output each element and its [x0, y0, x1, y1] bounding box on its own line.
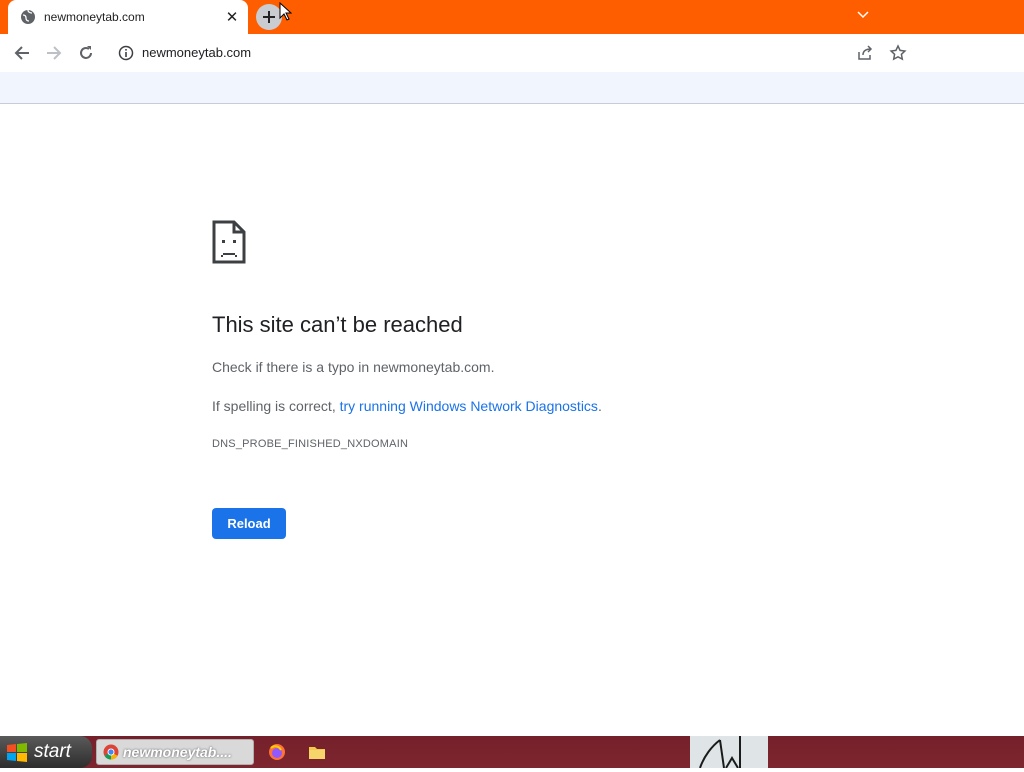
diagnostics-suffix: . — [597, 398, 602, 414]
reload-button[interactable]: Reload — [212, 508, 286, 539]
tab-close-icon[interactable]: ✕ — [222, 7, 242, 27]
tab-title: newmoneytab.com — [44, 10, 145, 24]
diagnostics-prefix: If spelling is correct, — [212, 398, 340, 414]
back-button[interactable] — [6, 37, 38, 69]
address-url: newmoneytab.com — [142, 45, 252, 60]
bookmark-star-icon[interactable] — [889, 44, 907, 66]
tab-search-button[interactable] — [840, 0, 886, 30]
share-icon[interactable] — [856, 44, 874, 66]
chrome-icon — [103, 744, 119, 760]
start-label: start — [34, 741, 71, 762]
address-bar[interactable]: newmoneytab.com — [108, 38, 926, 68]
diagnostics-link[interactable]: try running Windows Network Diagnostics — [340, 398, 598, 414]
page-content: This site can’t be reached Check if ther… — [0, 104, 1024, 736]
plus-icon — [263, 11, 275, 23]
arrow-left-icon — [14, 46, 29, 60]
folder-icon[interactable] — [308, 744, 326, 760]
browser-toolbar: newmoneytab.com — [0, 34, 1024, 72]
desktop-wallpaper-strip — [690, 736, 768, 769]
globe-icon — [20, 9, 36, 25]
cursor-icon — [279, 2, 292, 21]
sad-document-icon — [212, 220, 246, 264]
tab-strip: newmoneytab.com ✕ — [0, 0, 1024, 34]
forward-button[interactable] — [38, 37, 70, 69]
reload-toolbar-button[interactable] — [70, 37, 102, 69]
error-title: This site can’t be reached — [212, 312, 463, 337]
info-icon[interactable] — [118, 45, 134, 61]
taskbar-item-chrome[interactable]: newmoneytab.... — [96, 739, 254, 765]
browser-tab[interactable]: newmoneytab.com ✕ — [8, 0, 248, 34]
windows-logo-icon — [7, 743, 27, 762]
bookmarks-bar — [0, 72, 1024, 104]
typo-suggestion: Check if there is a typo in newmoneytab.… — [212, 359, 495, 375]
quick-launch — [260, 736, 340, 768]
refresh-icon — [80, 46, 92, 59]
start-button[interactable]: start — [0, 736, 92, 768]
taskbar-item-label: newmoneytab.... — [123, 744, 232, 760]
chevron-down-icon — [857, 11, 869, 19]
arrow-right-icon — [47, 46, 62, 60]
diagnostics-suggestion: If spelling is correct, try running Wind… — [212, 398, 602, 414]
firefox-icon[interactable] — [268, 743, 286, 761]
error-code: DNS_PROBE_FINISHED_NXDOMAIN — [212, 438, 409, 450]
